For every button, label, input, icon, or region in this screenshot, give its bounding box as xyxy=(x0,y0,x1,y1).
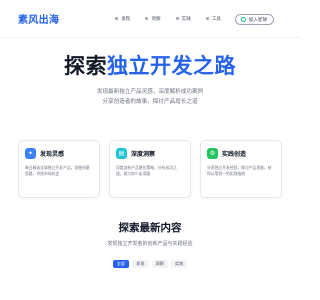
tools-icon: ⚙ xyxy=(207,148,218,159)
nav-item-label: 工具 xyxy=(211,16,222,22)
chart-icon: ▤ xyxy=(116,148,127,159)
latest-section-title: 探索最新内容 xyxy=(118,222,182,234)
card-description: 分享独立开发经验，探讨产品思维，给你从零到一的实践指南 xyxy=(207,165,272,176)
tab-practice[interactable]: 实践 xyxy=(170,260,188,268)
card-title: 实践创造 xyxy=(222,151,247,158)
nav-item-label: 实践 xyxy=(181,16,191,22)
top-navigation-bar: 素风出海 发现 洞察 实践 工具 加入星球 xyxy=(0,0,300,38)
card-header: ⚙ 实践创造 xyxy=(207,148,275,159)
practice-icon xyxy=(175,17,179,20)
feature-cards: ✦ 发现灵感 每日精选全球独立开发产品，发掘创意思路，寻找市场机会 ▤ 深度洞察… xyxy=(18,140,282,198)
tools-icon xyxy=(205,17,209,20)
feature-card-practice[interactable]: ⚙ 实践创造 分享独立开发经验，探讨产品思维，给你从零到一的实践指南 xyxy=(200,140,282,198)
nav-item-label: 发现 xyxy=(121,16,131,22)
insight-icon xyxy=(145,17,149,20)
hero-title-part1: 探索 xyxy=(64,54,107,78)
main-nav: 发现 洞察 实践 工具 xyxy=(115,16,236,22)
page: 素风出海 发现 洞察 实践 工具 加入星球 探索独立开发之路 发现最新独立产品灵… xyxy=(0,0,300,300)
site-logo[interactable]: 素风出海 xyxy=(18,11,59,26)
nav-item-tools[interactable]: 工具 xyxy=(205,16,222,22)
card-title: 发现灵感 xyxy=(40,151,65,158)
tab-all[interactable]: 全部 xyxy=(112,260,130,268)
feature-card-discover[interactable]: ✦ 发现灵感 每日精选全球独立开发产品，发掘创意思路，寻找市场机会 xyxy=(18,140,100,198)
join-button-label: 加入星球 xyxy=(248,17,267,23)
hero-subtitle: 发现最新独立产品灵感，深度解析成功案例 分享创造者的故事，探讨产品增长之道 xyxy=(0,87,300,107)
card-title: 深度洞察 xyxy=(131,151,156,158)
category-tabs: 全部 发现 洞察 实践 xyxy=(0,260,300,268)
card-description: 每日精选全球独立开发产品，发掘创意思路，寻找市场机会 xyxy=(25,165,90,176)
lightbulb-icon: ✦ xyxy=(25,148,36,159)
latest-section-subtitle: 发现独立开发者的创新产品与实践经验 xyxy=(107,241,193,247)
card-header: ▤ 深度洞察 xyxy=(116,148,184,159)
hero-title: 探索独立开发之路 xyxy=(0,50,300,80)
discover-icon xyxy=(115,17,119,20)
tab-discover[interactable]: 发现 xyxy=(132,260,149,268)
feature-card-insight[interactable]: ▤ 深度洞察 深度剖析产品增长策略，分析成功之道，助力你少走弯路 xyxy=(109,140,191,198)
hero-subtitle-line1: 发现最新独立产品灵感，深度解析成功案例 xyxy=(96,89,204,95)
hero-subtitle-line2: 分享创造者的故事，探讨产品增长之道 xyxy=(102,99,198,105)
planet-icon xyxy=(240,17,246,22)
nav-item-label: 洞察 xyxy=(151,16,161,22)
hero-title-part2: 独立开发之路 xyxy=(107,54,236,78)
card-header: ✦ 发现灵感 xyxy=(25,148,93,159)
join-planet-button[interactable]: 加入星球 xyxy=(234,14,274,25)
nav-item-practice[interactable]: 实践 xyxy=(175,16,191,22)
tab-insight[interactable]: 洞察 xyxy=(151,260,168,268)
nav-item-discover[interactable]: 发现 xyxy=(115,16,130,22)
nav-item-insight[interactable]: 洞察 xyxy=(145,16,161,22)
card-description: 深度剖析产品增长策略，分析成功之道，助力你少走弯路 xyxy=(116,165,177,176)
